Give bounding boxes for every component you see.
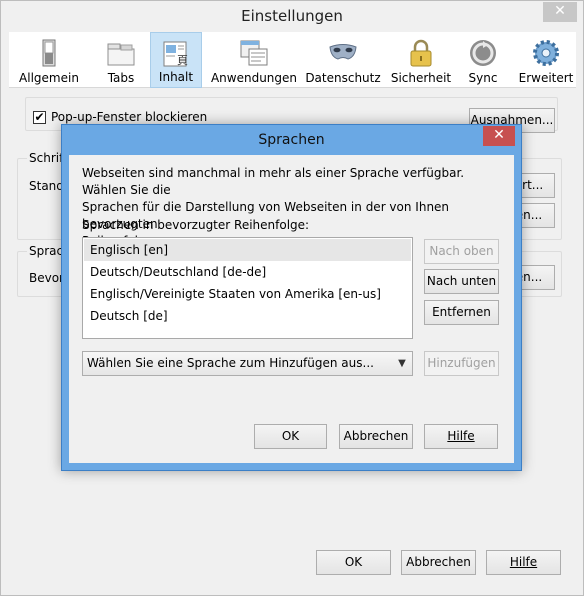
window-titlebar: Einstellungen [1,1,583,32]
svg-text:頁: 頁 [177,54,188,67]
applications-icon [240,40,268,66]
language-list-label: Sprachen in bevorzugter Reihenfolge: [82,218,310,232]
dialog-cancel-button-label: Abbrechen [343,429,409,443]
close-icon: ✕ [554,3,566,19]
dialog-description-line: Webseiten sind manchmal in mehr als eine… [82,166,465,197]
tab-tabs-label: Tabs [107,71,135,85]
dialog-cancel-button[interactable]: Abbrechen [339,424,413,449]
tab-tabs[interactable]: Tabs [93,32,149,88]
window-close-button[interactable]: ✕ [543,2,577,22]
move-down-button[interactable]: Nach unten [424,269,499,294]
tabs-icon [107,43,135,66]
ok-button[interactable]: OK [316,550,391,575]
add-button[interactable]: Hinzufügen [424,351,499,376]
tab-advanced[interactable]: Erweitert [516,32,576,88]
list-item[interactable]: Deutsch [de] [84,305,411,327]
close-icon: ✕ [493,127,505,143]
tab-general-label: Allgemein [19,71,79,85]
move-down-button-label: Nach unten [426,274,497,288]
move-up-button-label: Nach oben [429,244,494,258]
tab-applications-label: Anwendungen [210,71,298,85]
dialog-help-button-label: Hilfe [447,429,475,443]
content-icon: 頁 [163,41,188,67]
tab-advanced-label: Erweitert [518,71,574,85]
lock-icon [410,39,432,67]
ok-button-label: OK [344,555,363,569]
dialog-close-button[interactable]: ✕ [483,126,515,146]
languages-dialog: Sprachen ✕ Webseiten sind manchmal in me… [61,124,522,471]
language-list[interactable]: Englisch [en] Deutsch/Deutschland [de-de… [82,237,413,339]
cancel-button-label: Abbrechen [406,555,471,569]
add-language-select-value: Wählen Sie eine Sprache zum Hinzufügen a… [87,356,374,370]
list-item[interactable]: Englisch [en] [84,239,411,261]
settings-toolbar: Allgemein Tabs 頁 Inhalt Anwendungen Date… [9,32,576,88]
mask-icon [329,44,357,60]
chevron-down-icon: ▼ [398,358,406,369]
remove-button-label: Entfernen [432,305,491,319]
tab-content[interactable]: 頁 Inhalt [150,32,202,88]
dialog-help-button[interactable]: Hilfe [424,424,498,449]
tab-content-label: Inhalt [158,70,194,84]
add-language-select[interactable]: Wählen Sie eine Sprache zum Hinzufügen a… [82,351,413,376]
tab-privacy-label: Datenschutz [305,71,381,85]
tab-applications[interactable]: Anwendungen [208,32,300,88]
sync-icon [470,40,496,66]
dialog-titlebar: Sprachen [62,125,521,156]
list-item[interactable]: Deutsch/Deutschland [de-de] [84,261,411,283]
dialog-body: Webseiten sind manchmal in mehr als eine… [69,155,514,463]
dialog-title: Sprachen [258,132,325,148]
cancel-button[interactable]: Abbrechen [401,550,476,575]
tab-security[interactable]: Sicherheit [389,32,453,88]
help-button-label: Hilfe [509,555,538,569]
list-item[interactable]: Englisch/Vereinigte Staaten von Amerika … [84,283,411,305]
dialog-ok-button[interactable]: OK [254,424,327,449]
move-up-button[interactable]: Nach oben [424,239,499,264]
help-button[interactable]: Hilfe [486,550,561,575]
remove-button[interactable]: Entfernen [424,300,499,325]
tab-security-label: Sicherheit [390,71,452,85]
popup-checkbox-label: Pop-up-Fenster blockieren [51,110,208,124]
popup-checkbox[interactable]: ✔ [33,111,46,124]
add-button-label: Hinzufügen [427,356,496,370]
tab-privacy[interactable]: Datenschutz [305,32,381,88]
gear-icon [533,40,559,66]
switch-icon [42,39,56,67]
tab-general[interactable]: Allgemein [9,32,89,88]
tab-sync[interactable]: Sync [461,32,505,88]
dialog-ok-button-label: OK [281,429,300,443]
window-title: Einstellungen [241,7,343,25]
tab-sync-label: Sync [468,71,498,85]
